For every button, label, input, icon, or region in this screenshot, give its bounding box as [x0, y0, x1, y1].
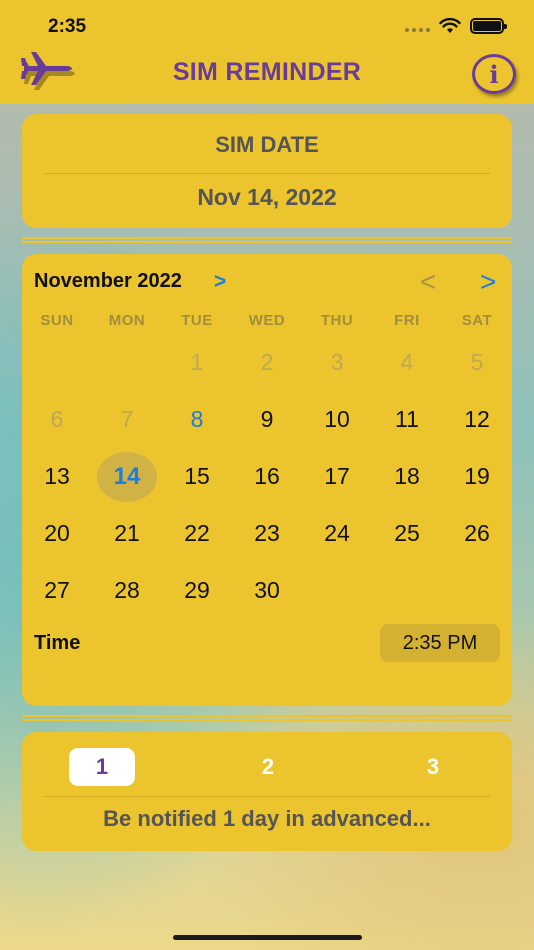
- divider: [44, 796, 490, 797]
- calendar-empty-cell: [442, 562, 512, 619]
- calendar-week-row: 6 7 8 9 10 11 12: [22, 391, 512, 448]
- calendar-empty-cell: [22, 334, 92, 391]
- section-separator: [22, 237, 512, 243]
- calendar-week-row: 20 21 22 23 24 25 26: [22, 505, 512, 562]
- status-time: 2:35: [48, 16, 87, 37]
- weekday-label: TUE: [181, 312, 213, 329]
- signal-icon: [405, 28, 430, 32]
- battery-icon: [470, 18, 507, 34]
- weekday-header: SUN MON TUE WED THU FRI SAT: [22, 312, 512, 329]
- chevron-right-icon[interactable]: >: [214, 270, 226, 294]
- weekday-label: FRI: [394, 312, 420, 329]
- status-icons: [405, 18, 507, 34]
- next-month-button[interactable]: >: [480, 266, 496, 298]
- calendar-grid: 1 2 3 4 5 6 7 8 9 10 11 12 13 14 15 16 17 18 19 20 21 22 23 24 2…: [22, 334, 512, 619]
- calendar-day-22[interactable]: 22: [162, 505, 232, 562]
- home-indicator: [173, 935, 362, 940]
- app-title: SIM REMINDER: [172, 58, 362, 86]
- calendar-day-23[interactable]: 23: [232, 505, 302, 562]
- calendar-week-row: 1 2 3 4 5: [22, 334, 512, 391]
- prev-month-button[interactable]: <: [420, 266, 436, 298]
- calendar-day-26[interactable]: 26: [442, 505, 512, 562]
- calendar-week-row: 13 14 15 16 17 18 19: [22, 448, 512, 505]
- section-separator: [22, 715, 512, 721]
- weekday-label: SAT: [461, 312, 493, 329]
- calendar-week-row: 27 28 29 30: [22, 562, 512, 619]
- weekday-label: MON: [108, 312, 146, 329]
- calendar-day-16[interactable]: 16: [232, 448, 302, 505]
- selected-day: 14: [97, 451, 157, 502]
- calendar-card: November 2022 > < > SUN MON TUE WED THU FRI SA…: [22, 254, 512, 706]
- calendar-day-27[interactable]: 27: [22, 562, 92, 619]
- sim-date-label: SIM DATE: [215, 132, 319, 157]
- calendar-day-19[interactable]: 19: [442, 448, 512, 505]
- notify-message: Be notified 1 day in advanced...: [103, 806, 431, 831]
- info-glyph: i: [489, 59, 499, 89]
- calendar-day-28[interactable]: 28: [92, 562, 162, 619]
- info-icon[interactable]: i: [472, 54, 516, 94]
- time-picker-button[interactable]: 2:35 PM: [380, 624, 500, 662]
- calendar-day-15[interactable]: 15: [162, 448, 232, 505]
- weekday-label: SUN: [40, 312, 74, 329]
- calendar-day-1: 1: [190, 349, 204, 375]
- calendar-day-3: 3: [330, 349, 344, 375]
- divider: [44, 173, 490, 174]
- calendar-day-17[interactable]: 17: [302, 448, 372, 505]
- calendar-day-6: 6: [50, 406, 64, 432]
- sim-date-value[interactable]: Nov 14, 2022: [22, 184, 512, 211]
- weekday-label: WED: [248, 312, 286, 329]
- app-header: 2:35 SIM REMINDER i: [0, 0, 534, 104]
- notify-card: 1 2 3 Be notified 1 day in advanced...: [22, 732, 512, 851]
- calendar-empty-cell: [92, 334, 162, 391]
- calendar-day-20[interactable]: 20: [22, 505, 92, 562]
- calendar-day-12[interactable]: 12: [442, 391, 512, 448]
- month-year-button[interactable]: November 2022: [34, 270, 182, 293]
- calendar-day-10[interactable]: 10: [302, 391, 372, 448]
- calendar-day-4: 4: [400, 349, 414, 375]
- calendar-day-25[interactable]: 25: [372, 505, 442, 562]
- calendar-day-13[interactable]: 13: [22, 448, 92, 505]
- wifi-icon: [439, 18, 461, 33]
- calendar-empty-cell: [372, 562, 442, 619]
- calendar-day-24[interactable]: 24: [302, 505, 372, 562]
- days-option-2[interactable]: 2: [235, 748, 301, 786]
- days-option-1[interactable]: 1: [69, 748, 135, 786]
- calendar-day-7: 7: [120, 406, 134, 432]
- calendar-empty-cell: [302, 562, 372, 619]
- calendar-day-14[interactable]: 14: [92, 448, 162, 505]
- calendar-day-9[interactable]: 9: [232, 391, 302, 448]
- calendar-day-5: 5: [470, 349, 484, 375]
- calendar-day-11[interactable]: 11: [372, 391, 442, 448]
- weekday-label: THU: [320, 312, 354, 329]
- calendar-day-8[interactable]: 8: [162, 391, 232, 448]
- calendar-day-21[interactable]: 21: [92, 505, 162, 562]
- calendar-day-2: 2: [260, 349, 274, 375]
- calendar-day-30[interactable]: 30: [232, 562, 302, 619]
- calendar-day-18[interactable]: 18: [372, 448, 442, 505]
- calendar-day-29[interactable]: 29: [162, 562, 232, 619]
- sim-date-card: SIM DATE Nov 14, 2022: [22, 114, 512, 228]
- days-option-3[interactable]: 3: [400, 748, 466, 786]
- time-label: Time: [34, 632, 81, 654]
